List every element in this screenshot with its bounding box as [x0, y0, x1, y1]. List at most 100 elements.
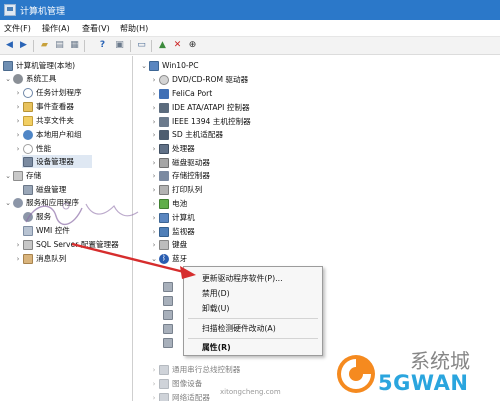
chevron-right-icon[interactable]: › — [14, 241, 22, 249]
chevron-right-icon[interactable]: › — [150, 380, 158, 388]
device-root-label: Win10-PC — [162, 61, 199, 70]
device-child[interactable] — [162, 322, 176, 335]
device-category-bluetooth[interactable]: ⌄ ᛒ 蓝牙 — [150, 252, 187, 265]
tree-item-performance[interactable]: › 性能 — [14, 142, 51, 155]
ide-icon — [159, 102, 169, 113]
folder-icon — [23, 115, 33, 126]
menu-item-properties[interactable]: 属性(R) — [202, 342, 231, 354]
delete-icon[interactable]: ✕ — [171, 39, 184, 52]
arrow-right-icon[interactable]: ▶ — [17, 39, 30, 52]
device-category[interactable]: › 网络适配器 — [150, 391, 210, 401]
tree-item-storage[interactable]: ⌄ 存储 — [4, 169, 41, 182]
device-tree-root[interactable]: ⌄ Win10-PC — [140, 59, 199, 72]
tree-item-label: 任务计划程序 — [36, 88, 82, 97]
download-icon[interactable]: ⊕ — [186, 39, 199, 52]
menu-bar: 文件(F) 操作(A) 查看(V) 帮助(H) — [0, 20, 500, 37]
menu-item-scan-hardware[interactable]: 扫描检测硬件改动(A) — [202, 323, 276, 335]
chevron-down-icon[interactable]: ⌄ — [140, 62, 148, 70]
tree-item-event-viewer[interactable]: › 事件查看器 — [14, 100, 74, 113]
ieee1394-icon — [159, 116, 169, 127]
usb-icon — [159, 364, 169, 375]
chevron-right-icon[interactable]: › — [150, 366, 158, 374]
menu-item-uninstall[interactable]: 卸载(U) — [202, 303, 229, 315]
tree-item-label: SQL Server 配置管理器 — [36, 240, 119, 249]
view-icon[interactable]: ▣ — [113, 39, 126, 52]
tree-item-system-tools[interactable]: ⌄ 系统工具 — [4, 72, 56, 85]
chevron-right-icon[interactable]: › — [150, 214, 158, 222]
chevron-right-icon[interactable]: › — [150, 131, 158, 139]
pc-icon — [159, 212, 169, 223]
menu-view[interactable]: 查看(V) — [82, 23, 110, 34]
device-category[interactable]: › 电池 — [150, 197, 187, 210]
chevron-right-icon[interactable]: › — [14, 117, 22, 125]
menu-action[interactable]: 操作(A) — [42, 23, 70, 34]
device-category[interactable]: › 通用串行总线控制器 — [150, 363, 240, 376]
device-category[interactable]: › 计算机 — [150, 211, 195, 224]
chevron-right-icon[interactable]: › — [150, 394, 158, 401]
tree-item-local-users[interactable]: › 本地用户和组 — [14, 128, 82, 141]
chevron-right-icon[interactable]: › — [150, 172, 158, 180]
chevron-right-icon[interactable]: › — [14, 145, 22, 153]
device-category-label: 蓝牙 — [172, 254, 188, 263]
chevron-right-icon[interactable]: › — [14, 89, 22, 97]
menu-item-disable[interactable]: 禁用(D) — [202, 288, 230, 300]
device-category[interactable]: › SD 主机适配器 — [150, 128, 223, 141]
add-driver-icon[interactable]: ▲ — [156, 39, 169, 52]
chevron-right-icon[interactable]: › — [150, 159, 158, 167]
tree-item-device-manager[interactable]: 设备管理器 — [22, 155, 92, 168]
chevron-right-icon[interactable]: › — [150, 145, 158, 153]
battery-icon — [159, 198, 169, 209]
device-category[interactable]: › IEEE 1394 主机控制器 — [150, 115, 251, 128]
device-category[interactable]: › FeliCa Port — [150, 87, 212, 100]
tree-item-computer-management[interactable]: 计算机管理(本地) — [2, 59, 75, 72]
print-icon — [159, 184, 169, 195]
chevron-down-icon[interactable]: ⌄ — [150, 255, 158, 263]
device-category[interactable]: › 图像设备 — [150, 377, 202, 390]
chevron-down-icon[interactable]: ⌄ — [4, 172, 12, 180]
chevron-right-icon[interactable]: › — [150, 200, 158, 208]
device-category[interactable]: › 磁盘驱动器 — [150, 156, 210, 169]
chevron-right-icon[interactable]: › — [14, 131, 22, 139]
chevron-down-icon[interactable]: ⌄ — [4, 75, 12, 83]
arrow-left-icon[interactable]: ◀ — [3, 39, 16, 52]
device-category[interactable]: › 监视器 — [150, 225, 195, 238]
device-child[interactable] — [162, 336, 176, 349]
folder-up-icon[interactable]: ▰ — [38, 39, 51, 52]
device-child[interactable] — [162, 280, 176, 293]
toolbar-separator — [33, 40, 34, 52]
computer-icon — [3, 60, 13, 71]
menu-file[interactable]: 文件(F) — [4, 23, 31, 34]
menu-help[interactable]: 帮助(H) — [120, 23, 148, 34]
chevron-right-icon[interactable]: › — [14, 255, 22, 263]
device-child[interactable] — [162, 308, 176, 321]
tree-item-shared-folders[interactable]: › 共享文件夹 — [14, 114, 74, 127]
scan-hardware-icon[interactable]: ▭ — [135, 39, 148, 52]
camera-icon — [159, 378, 169, 389]
chevron-right-icon[interactable]: › — [14, 103, 22, 111]
chevron-right-icon[interactable]: › — [150, 76, 158, 84]
clock-icon — [23, 87, 33, 98]
device-category[interactable]: › DVD/CD-ROM 驱动器 — [150, 73, 248, 86]
tree-item-disk-management[interactable]: 磁盘管理 — [22, 183, 66, 196]
device-category[interactable]: › 存储控制器 — [150, 169, 210, 182]
chevron-right-icon[interactable]: › — [150, 241, 158, 249]
device-category-label: 键盘 — [172, 240, 188, 249]
properties-icon[interactable]: ▤ — [53, 39, 66, 52]
chevron-right-icon[interactable]: › — [150, 90, 158, 98]
chevron-right-icon[interactable]: › — [150, 118, 158, 126]
chevron-right-icon[interactable]: › — [150, 104, 158, 112]
device-category[interactable]: › IDE ATA/ATAPI 控制器 — [150, 101, 250, 114]
chevron-down-icon[interactable]: ⌄ — [4, 199, 12, 207]
tree-item-task-scheduler[interactable]: › 任务计划程序 — [14, 86, 82, 99]
device-category[interactable]: › 键盘 — [150, 238, 187, 251]
device-category[interactable]: › 打印队列 — [150, 183, 202, 196]
tree-item-message-queue[interactable]: › 消息队列 — [14, 252, 66, 265]
help-icon[interactable]: ? — [96, 39, 109, 52]
show-hide-tree-icon[interactable]: ▦ — [68, 39, 81, 52]
tree-item-sql-server[interactable]: › SQL Server 配置管理器 — [14, 238, 119, 251]
device-child[interactable] — [162, 294, 176, 307]
chevron-right-icon[interactable]: › — [150, 228, 158, 236]
chevron-right-icon[interactable]: › — [150, 186, 158, 194]
device-category[interactable]: › 处理器 — [150, 142, 195, 155]
menu-item-update-driver[interactable]: 更新驱动程序软件(P)... — [202, 273, 283, 285]
